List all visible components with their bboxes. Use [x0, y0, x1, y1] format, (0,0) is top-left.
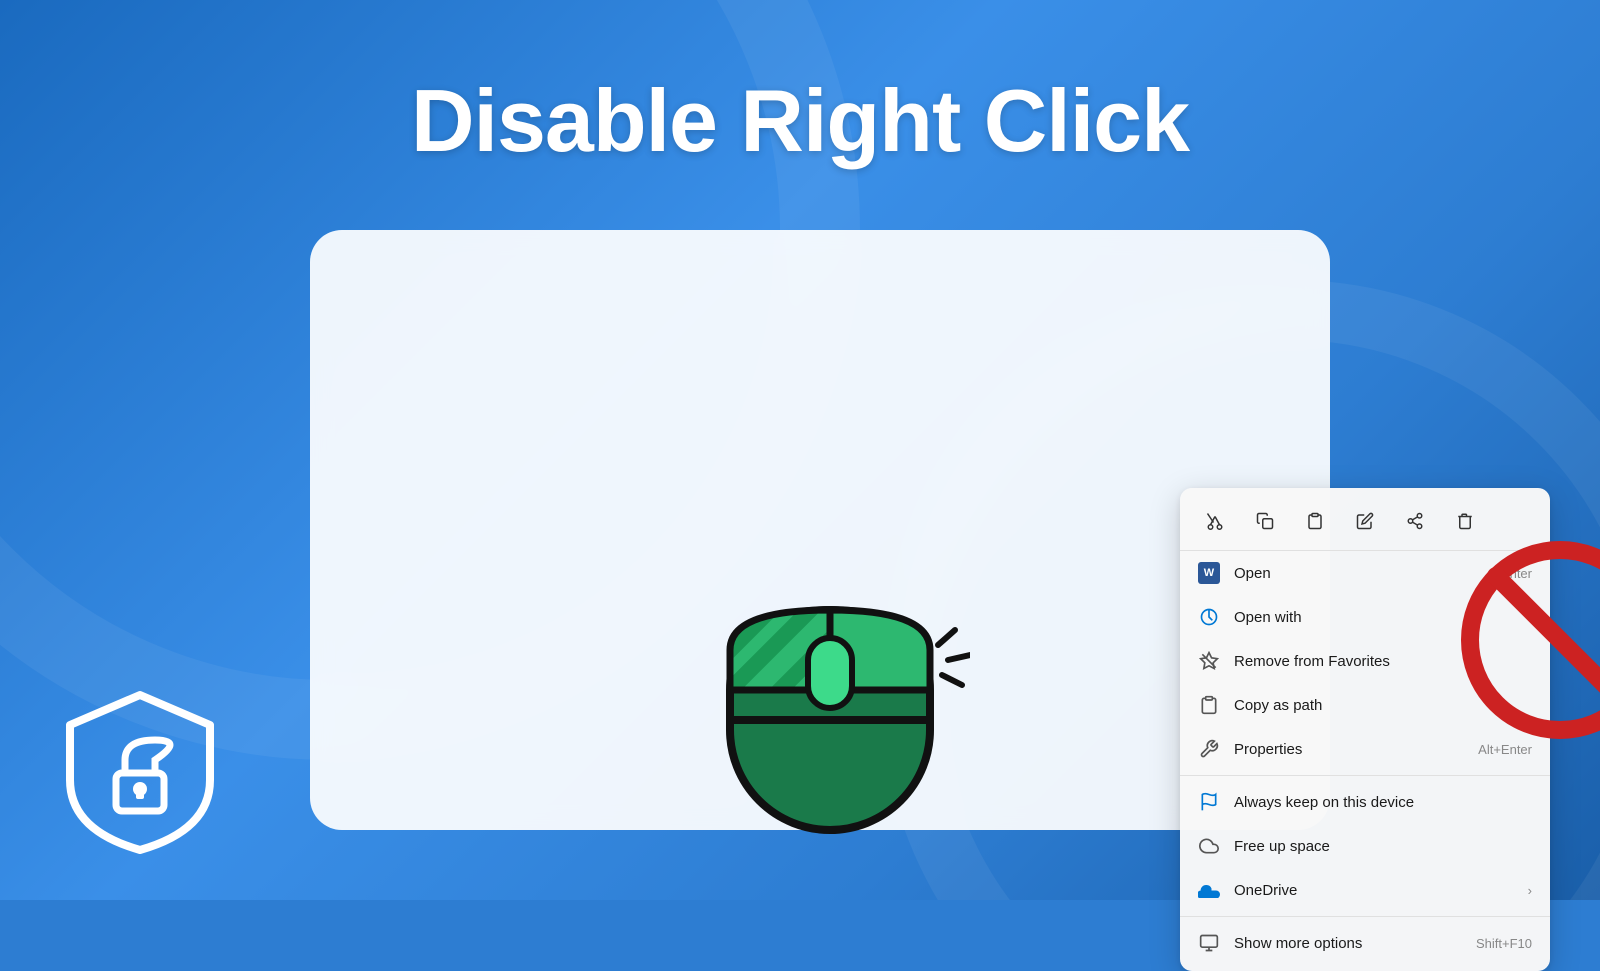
more-options-icon — [1198, 932, 1220, 954]
cloud-up-icon — [1198, 835, 1220, 857]
menu-properties-label: Properties — [1234, 741, 1464, 758]
content-card: W Open Enter Open with › — [310, 230, 1330, 830]
divider-1 — [1180, 775, 1550, 776]
paste-button[interactable] — [1296, 502, 1334, 540]
cloud-download-icon — [1198, 791, 1220, 813]
delete-button[interactable] — [1446, 502, 1484, 540]
star-icon — [1198, 650, 1220, 672]
copy-button[interactable] — [1246, 502, 1284, 540]
onedrive-icon — [1198, 879, 1220, 901]
menu-properties-shortcut: Alt+Enter — [1478, 742, 1532, 757]
menu-item-onedrive[interactable]: OneDrive › — [1180, 868, 1550, 912]
mouse-illustration — [690, 490, 970, 855]
copy-path-icon — [1198, 694, 1220, 716]
menu-open-label: Open — [1234, 565, 1487, 582]
wrench-icon — [1198, 738, 1220, 760]
shield-lock-icon — [60, 685, 220, 860]
rename-button[interactable] — [1346, 502, 1384, 540]
menu-more-options-label: Show more options — [1234, 935, 1462, 952]
menu-item-always-keep[interactable]: Always keep on this device — [1180, 780, 1550, 824]
word-icon: W — [1198, 562, 1220, 584]
onedrive-arrow: › — [1528, 883, 1532, 898]
page-title: Disable Right Click — [411, 70, 1189, 172]
main-content: Disable Right Click — [0, 0, 1600, 900]
divider-2 — [1180, 916, 1550, 917]
no-symbol-icon — [1460, 540, 1600, 740]
cut-button[interactable] — [1196, 502, 1234, 540]
menu-free-space-label: Free up space — [1234, 838, 1532, 855]
menu-item-more-options[interactable]: Show more options Shift+F10 — [1180, 921, 1550, 965]
menu-onedrive-label: OneDrive — [1234, 882, 1514, 899]
menu-item-free-space[interactable]: Free up space — [1180, 824, 1550, 868]
open-with-icon — [1198, 606, 1220, 628]
share-button[interactable] — [1396, 502, 1434, 540]
menu-always-keep-label: Always keep on this device — [1234, 794, 1532, 811]
menu-more-options-shortcut: Shift+F10 — [1476, 936, 1532, 951]
